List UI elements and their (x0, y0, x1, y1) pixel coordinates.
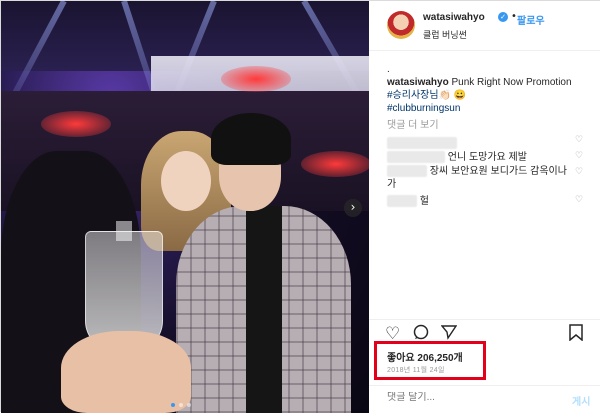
follow-button[interactable]: 팔로우 (517, 12, 545, 27)
comment-row: 장씨 보안요원 보디가드 감옥이나 (387, 165, 567, 178)
carousel-dot (179, 403, 183, 407)
caption-username[interactable]: watasiwahyo (387, 77, 449, 88)
red-highlight-box (374, 341, 486, 380)
verified-badge-icon: ✓ (498, 12, 508, 22)
bookmark-icon[interactable] (569, 324, 583, 346)
comment-row: 헐 (387, 195, 429, 208)
blurred-username (387, 137, 457, 150)
comment-text: 헐 (419, 196, 429, 207)
username-link[interactable]: watasiwahyo (423, 12, 485, 23)
hand (61, 331, 191, 413)
instagram-post-frame: › watasiwahyo ✓ • 팔로우 클럽 버닝썬 . watasiwah… (0, 0, 600, 413)
red-light (221, 66, 291, 92)
man-hair (211, 113, 291, 165)
blurred-username (387, 165, 427, 178)
hashtag-link[interactable]: #clubburningsun (387, 102, 592, 115)
blurred-username (387, 195, 417, 208)
post-side-panel: watasiwahyo ✓ • 팔로우 클럽 버닝썬 . watasiwahyo… (369, 1, 600, 413)
hashtag-link[interactable]: #승리사장님👏🏻 😀 (387, 89, 592, 102)
man-shirt (246, 206, 282, 413)
comment-text: 언니 도망가요 제발 (447, 152, 527, 163)
comment-text: 가 (387, 179, 397, 190)
heart-icon[interactable]: ♡ (575, 151, 583, 161)
heart-icon[interactable]: ♡ (575, 135, 583, 145)
comment-row (387, 137, 457, 150)
caption-text: Punk Right Now Promotion (451, 77, 572, 88)
comment-row: 언니 도망가요 제발 (387, 151, 527, 164)
heart-icon[interactable]: ♡ (575, 195, 583, 205)
post-header: watasiwahyo ✓ • 팔로우 클럽 버닝썬 (369, 1, 600, 51)
comment-input[interactable] (387, 392, 557, 403)
post-comment-button[interactable]: 게시 (572, 393, 590, 408)
heart-icon[interactable]: ♡ (575, 167, 583, 177)
woman-face (161, 151, 211, 211)
caption-dot: . (387, 64, 390, 75)
carousel-dot (171, 403, 175, 407)
blurred-username (387, 151, 445, 164)
comment-bar: 게시 (369, 385, 600, 413)
chevron-right-icon[interactable]: › (344, 199, 362, 217)
avatar[interactable] (387, 11, 415, 39)
post-caption: . watasiwahyo Punk Right Now Promotion #… (387, 63, 592, 115)
red-light (41, 111, 111, 137)
comment-text: 장씨 보안요원 보디가드 감옥이나 (429, 166, 567, 177)
carousel-dots (171, 403, 191, 407)
view-more-comments-link[interactable]: 댓글 더 보기 (387, 116, 439, 131)
red-light (301, 151, 369, 177)
post-photo[interactable]: › (1, 1, 369, 413)
carousel-dot (187, 403, 191, 407)
location-link[interactable]: 클럽 버닝썬 (423, 28, 467, 41)
